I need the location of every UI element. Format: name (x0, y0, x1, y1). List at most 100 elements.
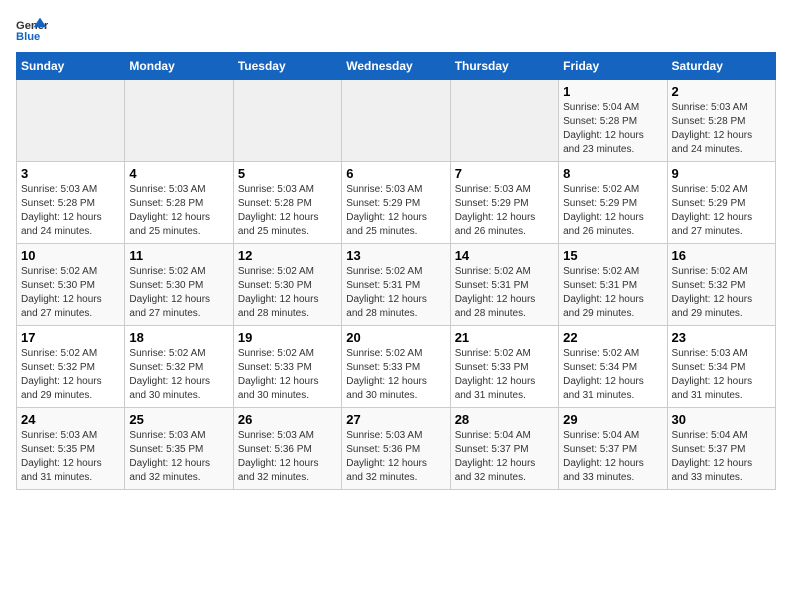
weekday-header: Monday (125, 53, 233, 80)
day-info: Sunrise: 5:04 AM Sunset: 5:37 PM Dayligh… (563, 429, 662, 485)
day-info: Sunrise: 5:02 AM Sunset: 5:33 PM Dayligh… (455, 347, 554, 403)
calendar-body: 1 Sunrise: 5:04 AM Sunset: 5:28 PM Daylig… (17, 80, 776, 490)
header: General Blue (16, 16, 776, 44)
weekday-header: Sunday (17, 53, 125, 80)
logo: General Blue (16, 16, 48, 44)
calendar-cell: 1 Sunrise: 5:04 AM Sunset: 5:28 PM Daylig… (559, 80, 667, 162)
day-number: 3 (21, 166, 120, 181)
svg-text:Blue: Blue (16, 31, 40, 43)
day-info: Sunrise: 5:03 AM Sunset: 5:36 PM Dayligh… (238, 429, 337, 485)
day-number: 18 (129, 330, 228, 345)
day-info: Sunrise: 5:03 AM Sunset: 5:28 PM Dayligh… (129, 183, 228, 239)
day-info: Sunrise: 5:02 AM Sunset: 5:29 PM Dayligh… (672, 183, 771, 239)
day-info: Sunrise: 5:03 AM Sunset: 5:34 PM Dayligh… (672, 347, 771, 403)
day-info: Sunrise: 5:03 AM Sunset: 5:28 PM Dayligh… (672, 101, 771, 157)
calendar-cell: 23Sunrise: 5:03 AM Sunset: 5:34 PM Dayli… (667, 326, 775, 408)
day-number: 5 (238, 166, 337, 181)
day-number: 29 (563, 412, 662, 427)
calendar-cell: 22Sunrise: 5:02 AM Sunset: 5:34 PM Dayli… (559, 326, 667, 408)
calendar-cell: 4 Sunrise: 5:03 AM Sunset: 5:28 PM Daylig… (125, 162, 233, 244)
day-number: 9 (672, 166, 771, 181)
calendar-cell: 11 Sunrise: 5:02 AM Sunset: 5:30 PM Dayli… (125, 244, 233, 326)
day-info: Sunrise: 5:02 AM Sunset: 5:30 PM Dayligh… (238, 265, 337, 321)
day-number: 27 (346, 412, 445, 427)
calendar-week-row: 1 Sunrise: 5:04 AM Sunset: 5:28 PM Daylig… (17, 80, 776, 162)
calendar-cell: 29 Sunrise: 5:04 AM Sunset: 5:37 PM Dayli… (559, 408, 667, 490)
calendar-cell: 17 Sunrise: 5:02 AM Sunset: 5:32 PM Dayli… (17, 326, 125, 408)
calendar-header: SundayMondayTuesdayWednesdayThursdayFrid… (17, 53, 776, 80)
calendar-cell (17, 80, 125, 162)
day-number: 30 (672, 412, 771, 427)
day-number: 19 (238, 330, 337, 345)
calendar-cell (233, 80, 341, 162)
calendar-cell: 10 Sunrise: 5:02 AM Sunset: 5:30 PM Dayli… (17, 244, 125, 326)
day-number: 25 (129, 412, 228, 427)
calendar-cell: 13Sunrise: 5:02 AM Sunset: 5:31 PM Dayli… (342, 244, 450, 326)
day-number: 4 (129, 166, 228, 181)
day-info: Sunrise: 5:02 AM Sunset: 5:31 PM Dayligh… (563, 265, 662, 321)
day-number: 2 (672, 84, 771, 99)
weekday-header: Saturday (667, 53, 775, 80)
calendar-cell: 26 Sunrise: 5:03 AM Sunset: 5:36 PM Dayli… (233, 408, 341, 490)
day-info: Sunrise: 5:02 AM Sunset: 5:30 PM Dayligh… (21, 265, 120, 321)
day-info: Sunrise: 5:02 AM Sunset: 5:31 PM Dayligh… (346, 265, 445, 321)
calendar-cell: 21 Sunrise: 5:02 AM Sunset: 5:33 PM Dayli… (450, 326, 558, 408)
day-number: 10 (21, 248, 120, 263)
day-number: 17 (21, 330, 120, 345)
calendar-cell: 30 Sunrise: 5:04 AM Sunset: 5:37 PM Dayli… (667, 408, 775, 490)
day-info: Sunrise: 5:02 AM Sunset: 5:31 PM Dayligh… (455, 265, 554, 321)
day-number: 1 (563, 84, 662, 99)
day-info: Sunrise: 5:02 AM Sunset: 5:29 PM Dayligh… (563, 183, 662, 239)
day-number: 12 (238, 248, 337, 263)
day-info: Sunrise: 5:03 AM Sunset: 5:36 PM Dayligh… (346, 429, 445, 485)
calendar-cell: 9 Sunrise: 5:02 AM Sunset: 5:29 PM Daylig… (667, 162, 775, 244)
calendar-cell: 15 Sunrise: 5:02 AM Sunset: 5:31 PM Dayli… (559, 244, 667, 326)
calendar-week-row: 17 Sunrise: 5:02 AM Sunset: 5:32 PM Dayli… (17, 326, 776, 408)
day-info: Sunrise: 5:02 AM Sunset: 5:32 PM Dayligh… (21, 347, 120, 403)
calendar-cell (342, 80, 450, 162)
weekday-header: Friday (559, 53, 667, 80)
calendar-cell: 18 Sunrise: 5:02 AM Sunset: 5:32 PM Dayli… (125, 326, 233, 408)
weekday-header: Thursday (450, 53, 558, 80)
day-info: Sunrise: 5:03 AM Sunset: 5:28 PM Dayligh… (238, 183, 337, 239)
day-info: Sunrise: 5:02 AM Sunset: 5:32 PM Dayligh… (129, 347, 228, 403)
calendar-cell: 5 Sunrise: 5:03 AM Sunset: 5:28 PM Daylig… (233, 162, 341, 244)
day-info: Sunrise: 5:02 AM Sunset: 5:30 PM Dayligh… (129, 265, 228, 321)
day-info: Sunrise: 5:03 AM Sunset: 5:35 PM Dayligh… (21, 429, 120, 485)
calendar-week-row: 10 Sunrise: 5:02 AM Sunset: 5:30 PM Dayli… (17, 244, 776, 326)
calendar-cell: 6Sunrise: 5:03 AM Sunset: 5:29 PM Daylig… (342, 162, 450, 244)
calendar-week-row: 3 Sunrise: 5:03 AM Sunset: 5:28 PM Daylig… (17, 162, 776, 244)
day-number: 7 (455, 166, 554, 181)
calendar-cell: 8 Sunrise: 5:02 AM Sunset: 5:29 PM Daylig… (559, 162, 667, 244)
day-number: 26 (238, 412, 337, 427)
calendar-cell: 16Sunrise: 5:02 AM Sunset: 5:32 PM Dayli… (667, 244, 775, 326)
day-info: Sunrise: 5:04 AM Sunset: 5:37 PM Dayligh… (672, 429, 771, 485)
day-info: Sunrise: 5:03 AM Sunset: 5:28 PM Dayligh… (21, 183, 120, 239)
day-info: Sunrise: 5:02 AM Sunset: 5:32 PM Dayligh… (672, 265, 771, 321)
day-info: Sunrise: 5:02 AM Sunset: 5:33 PM Dayligh… (346, 347, 445, 403)
calendar-cell: 25Sunrise: 5:03 AM Sunset: 5:35 PM Dayli… (125, 408, 233, 490)
day-info: Sunrise: 5:02 AM Sunset: 5:34 PM Dayligh… (563, 347, 662, 403)
calendar-cell: 20 Sunrise: 5:02 AM Sunset: 5:33 PM Dayli… (342, 326, 450, 408)
day-number: 20 (346, 330, 445, 345)
day-info: Sunrise: 5:03 AM Sunset: 5:29 PM Dayligh… (455, 183, 554, 239)
calendar-cell: 3 Sunrise: 5:03 AM Sunset: 5:28 PM Daylig… (17, 162, 125, 244)
day-number: 14 (455, 248, 554, 263)
calendar-cell: 19 Sunrise: 5:02 AM Sunset: 5:33 PM Dayli… (233, 326, 341, 408)
calendar-table: SundayMondayTuesdayWednesdayThursdayFrid… (16, 52, 776, 490)
calendar-cell (450, 80, 558, 162)
day-number: 8 (563, 166, 662, 181)
day-number: 15 (563, 248, 662, 263)
calendar-cell: 12 Sunrise: 5:02 AM Sunset: 5:30 PM Dayli… (233, 244, 341, 326)
day-info: Sunrise: 5:04 AM Sunset: 5:28 PM Dayligh… (563, 101, 662, 157)
calendar-cell (125, 80, 233, 162)
logo-icon: General Blue (16, 16, 48, 44)
day-number: 21 (455, 330, 554, 345)
day-info: Sunrise: 5:02 AM Sunset: 5:33 PM Dayligh… (238, 347, 337, 403)
day-number: 6 (346, 166, 445, 181)
day-number: 28 (455, 412, 554, 427)
calendar-cell: 24Sunrise: 5:03 AM Sunset: 5:35 PM Dayli… (17, 408, 125, 490)
calendar-cell: 14 Sunrise: 5:02 AM Sunset: 5:31 PM Dayli… (450, 244, 558, 326)
day-number: 11 (129, 248, 228, 263)
calendar-week-row: 24Sunrise: 5:03 AM Sunset: 5:35 PM Dayli… (17, 408, 776, 490)
